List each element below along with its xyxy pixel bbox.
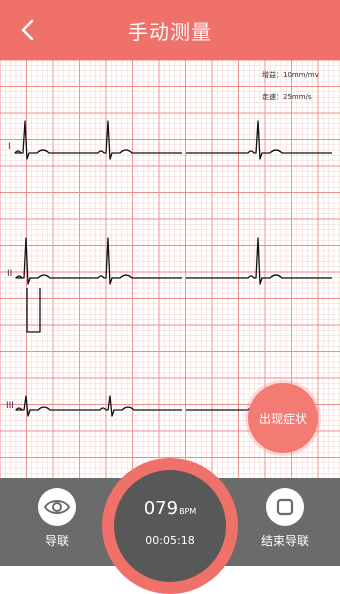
ecg-trace-lead-i-left bbox=[14, 120, 182, 160]
lead-button[interactable]: 导联 bbox=[22, 488, 92, 549]
lead-label-ii: II bbox=[7, 269, 13, 279]
stop-button-circle bbox=[266, 488, 304, 526]
page-title: 手动测量 bbox=[128, 19, 212, 44]
lead-label-i: I bbox=[8, 142, 11, 152]
heart-rate-value: 079 bbox=[143, 498, 179, 519]
heart-rate-display: 079BPM bbox=[114, 498, 226, 519]
eye-icon bbox=[44, 500, 70, 514]
speed-label: 走速：25mm/s bbox=[262, 93, 312, 101]
stop-button-label: 结束导联 bbox=[260, 534, 309, 548]
elapsed-timer: 00:05:18 bbox=[145, 534, 195, 547]
symptom-button[interactable]: 出现症状 bbox=[248, 383, 318, 453]
heart-rate-dial: 079BPM 00:05:18 bbox=[102, 458, 238, 594]
stop-icon bbox=[276, 498, 294, 516]
gain-label: 增益：10mm/mv bbox=[262, 71, 319, 79]
lead-label-iii: III bbox=[6, 401, 14, 411]
chevron-left-icon bbox=[21, 19, 34, 41]
back-button[interactable] bbox=[8, 12, 48, 48]
heart-rate-dial-inner: 079BPM 00:05:18 bbox=[114, 470, 226, 582]
lead-button-label: 导联 bbox=[44, 534, 69, 548]
stop-button[interactable]: 结束导联 bbox=[250, 488, 320, 549]
ecg-trace-lead-i-right bbox=[186, 120, 332, 160]
app-header: 手动测量 bbox=[0, 0, 340, 60]
heart-rate-unit: BPM bbox=[179, 507, 197, 516]
lead-button-circle bbox=[38, 488, 76, 526]
symptom-button-label: 出现症状 bbox=[258, 411, 307, 426]
